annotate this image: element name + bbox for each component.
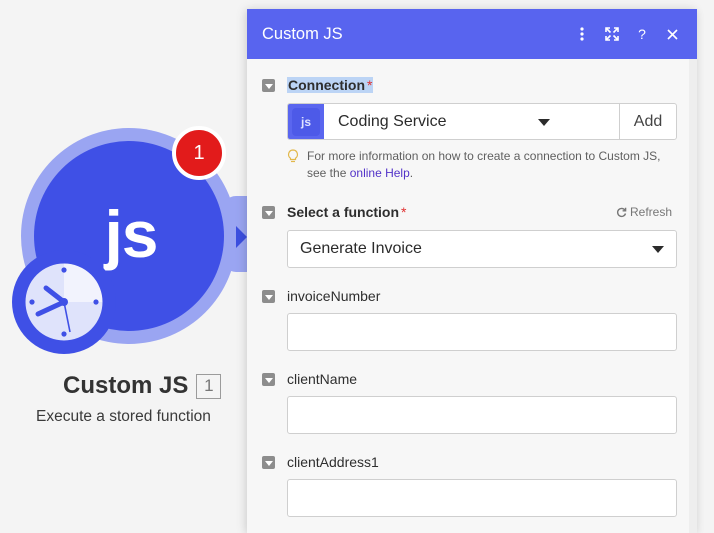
- function-label: Select a function *: [287, 204, 406, 220]
- panel-body: Connection * js Coding Service Add For mo…: [247, 59, 697, 533]
- module-subtitle: Execute a stored function: [36, 408, 211, 425]
- module-title[interactable]: Custom JS: [63, 372, 188, 400]
- add-connection-button[interactable]: Add: [619, 103, 677, 140]
- function-selected-value: Generate Invoice: [300, 240, 422, 257]
- connection-select[interactable]: js Coding Service: [287, 103, 623, 140]
- invoice-number-collapse-toggle[interactable]: [262, 290, 275, 303]
- connection-app-icon: js: [288, 104, 324, 139]
- refresh-icon: [617, 207, 627, 217]
- client-name-collapse-toggle[interactable]: [262, 373, 275, 386]
- expand-icon[interactable]: [599, 21, 625, 47]
- connector-arrow-icon: [236, 226, 247, 248]
- client-address1-collapse-toggle[interactable]: [262, 456, 275, 469]
- more-vertical-icon[interactable]: [569, 21, 595, 47]
- operations-count-badge[interactable]: 1: [172, 126, 226, 180]
- help-text-end: .: [409, 166, 414, 180]
- client-address1-input[interactable]: [287, 479, 677, 517]
- invoice-number-input[interactable]: [287, 313, 677, 351]
- add-connection-label: Add: [633, 112, 663, 130]
- function-select[interactable]: Generate Invoice: [287, 230, 677, 268]
- module-node[interactable]: js 1 Custom JS 1 Execute a stored functi…: [0, 0, 270, 533]
- module-title-row: Custom JS 1: [63, 372, 222, 400]
- function-collapse-toggle[interactable]: [262, 206, 275, 219]
- schedule-clock-icon[interactable]: [12, 250, 116, 354]
- help-icon[interactable]: ?: [629, 21, 655, 47]
- panel-title: Custom JS: [262, 24, 343, 43]
- connection-label: Connection *: [287, 77, 374, 93]
- client-address1-label: clientAddress1: [287, 454, 379, 470]
- lightbulb-icon: [287, 149, 299, 163]
- panel-header-actions: ?: [569, 9, 685, 59]
- required-mark: *: [367, 77, 373, 93]
- badge-count: 1: [193, 141, 205, 164]
- invoice-number-label: invoiceNumber: [287, 288, 381, 304]
- module-id-badge: 1: [196, 373, 222, 399]
- client-name-input[interactable]: [287, 396, 677, 434]
- function-label-text: Select a function: [287, 204, 400, 220]
- online-help-link[interactable]: online Help: [350, 166, 410, 180]
- connection-help-text: For more information on how to create a …: [307, 148, 677, 182]
- connection-selected-value: Coding Service: [338, 112, 447, 130]
- refresh-button[interactable]: Refresh: [616, 205, 672, 219]
- connection-collapse-toggle[interactable]: [262, 79, 275, 92]
- chevron-down-icon: [538, 118, 550, 126]
- panel-header: Custom JS ?: [247, 9, 697, 59]
- required-mark: *: [401, 204, 407, 220]
- js-app-icon: js: [292, 107, 320, 136]
- connection-label-text: Connection: [288, 77, 365, 93]
- client-name-label: clientName: [287, 371, 358, 387]
- refresh-label: Refresh: [630, 205, 673, 219]
- close-icon[interactable]: [659, 21, 685, 47]
- chevron-down-icon: [652, 246, 664, 253]
- module-settings-panel: Custom JS ? Connection * js Coding Servi…: [247, 9, 697, 533]
